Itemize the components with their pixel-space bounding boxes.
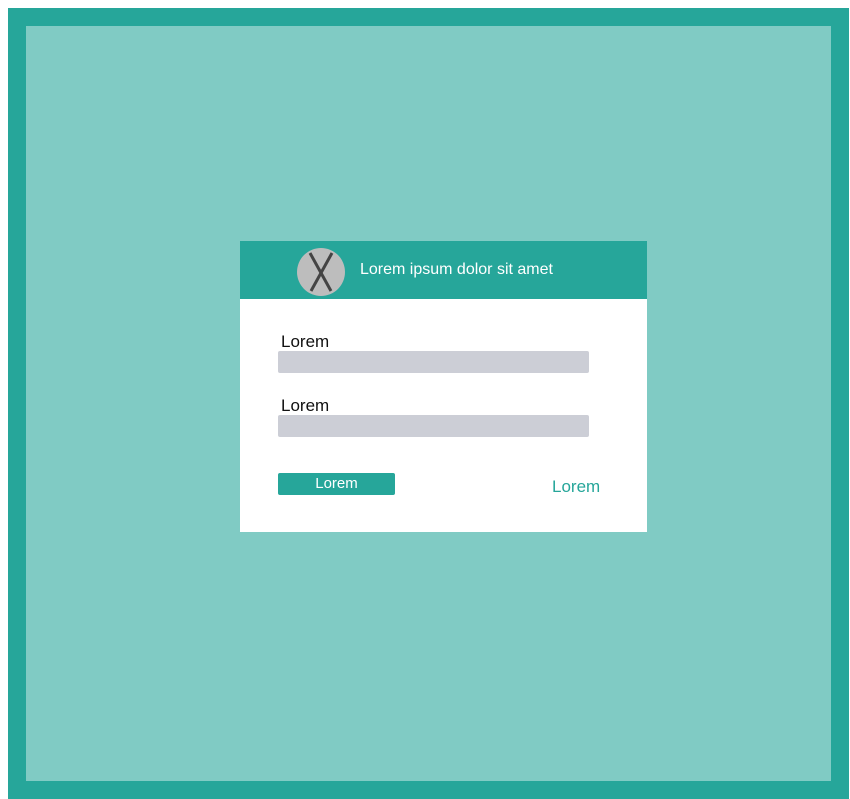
submit-button[interactable]: Lorem: [278, 473, 395, 495]
text-field-1[interactable]: [278, 351, 589, 373]
close-button[interactable]: [297, 248, 345, 296]
text-field-2[interactable]: [278, 415, 589, 437]
field-label-2: Lorem: [281, 396, 330, 415]
close-x-icon: [308, 252, 334, 292]
field-label-1: Lorem: [281, 332, 330, 351]
dialog-header: Lorem ipsum dolor sit amet: [240, 241, 647, 299]
dialog-title: Lorem ipsum dolor sit amet: [360, 261, 553, 278]
login-dialog: Lorem ipsum dolor sit amet Lorem Lorem L…: [240, 241, 647, 532]
secondary-link[interactable]: Lorem: [552, 477, 600, 497]
